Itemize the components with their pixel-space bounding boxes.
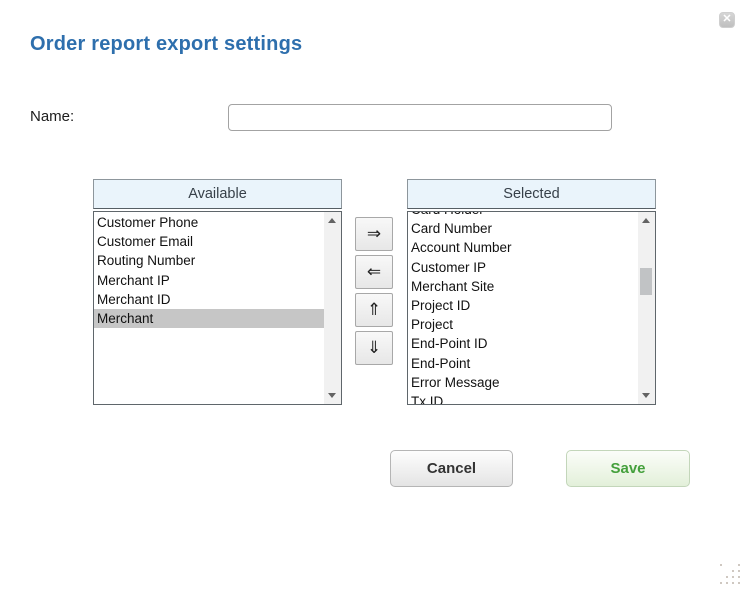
selected-list-item[interactable]: End-Point bbox=[408, 354, 638, 373]
available-list-item[interactable]: Merchant ID bbox=[94, 290, 324, 309]
move-left-button[interactable]: ⇐ bbox=[355, 255, 393, 289]
selected-list-viewport: Card HolderCard NumberAccount NumberCust… bbox=[408, 212, 638, 404]
move-up-button[interactable]: ⇑ bbox=[355, 293, 393, 327]
selected-list-item[interactable]: Merchant Site bbox=[408, 277, 638, 296]
selected-list-item[interactable]: Card Holder bbox=[408, 212, 638, 219]
name-input[interactable] bbox=[228, 104, 612, 131]
scroll-down-icon[interactable] bbox=[324, 387, 341, 404]
available-list-viewport: Customer PhoneCustomer EmailRouting Numb… bbox=[94, 212, 324, 404]
available-list-item[interactable]: Routing Number bbox=[94, 251, 324, 270]
selected-list-item[interactable]: Customer IP bbox=[408, 258, 638, 277]
selected-list-item[interactable]: Tx ID bbox=[408, 392, 638, 404]
available-listbox: Customer PhoneCustomer EmailRouting Numb… bbox=[93, 211, 342, 405]
selected-list-header: Selected bbox=[407, 179, 656, 209]
selected-list-item[interactable]: Card Number bbox=[408, 219, 638, 238]
selected-listbox: Card HolderCard NumberAccount NumberCust… bbox=[407, 211, 656, 405]
resize-grip-icon[interactable] bbox=[720, 564, 742, 586]
available-list-header: Available bbox=[93, 179, 342, 209]
available-scrollbar[interactable] bbox=[324, 212, 341, 404]
selected-list-item[interactable]: Account Number bbox=[408, 238, 638, 257]
transfer-buttons: ⇒ ⇐ ⇑ ⇓ bbox=[355, 217, 393, 369]
selected-list-item[interactable]: Project ID bbox=[408, 296, 638, 315]
available-list-item[interactable]: Merchant bbox=[94, 309, 324, 328]
available-list-item[interactable]: Customer Email bbox=[94, 232, 324, 251]
cancel-button[interactable]: Cancel bbox=[390, 450, 513, 487]
move-right-button[interactable]: ⇒ bbox=[355, 217, 393, 251]
scroll-down-icon[interactable] bbox=[638, 387, 655, 404]
move-down-button[interactable]: ⇓ bbox=[355, 331, 393, 365]
scroll-up-icon[interactable] bbox=[638, 212, 655, 229]
selected-list-item[interactable]: Project bbox=[408, 315, 638, 334]
name-label: Name: bbox=[30, 108, 74, 125]
selected-list-item[interactable]: Error Message bbox=[408, 373, 638, 392]
available-list-item[interactable]: Merchant IP bbox=[94, 271, 324, 290]
order-report-export-dialog: ✕ Order report export settings Name: Ava… bbox=[0, 0, 748, 598]
selected-scrollbar[interactable] bbox=[638, 212, 655, 404]
scrollbar-thumb[interactable] bbox=[640, 268, 652, 295]
selected-list-item[interactable]: End-Point ID bbox=[408, 334, 638, 353]
available-list-item[interactable]: Customer Phone bbox=[94, 213, 324, 232]
scroll-up-icon[interactable] bbox=[324, 212, 341, 229]
close-icon[interactable]: ✕ bbox=[719, 12, 735, 28]
save-button[interactable]: Save bbox=[566, 450, 690, 487]
dialog-title: Order report export settings bbox=[30, 33, 302, 56]
